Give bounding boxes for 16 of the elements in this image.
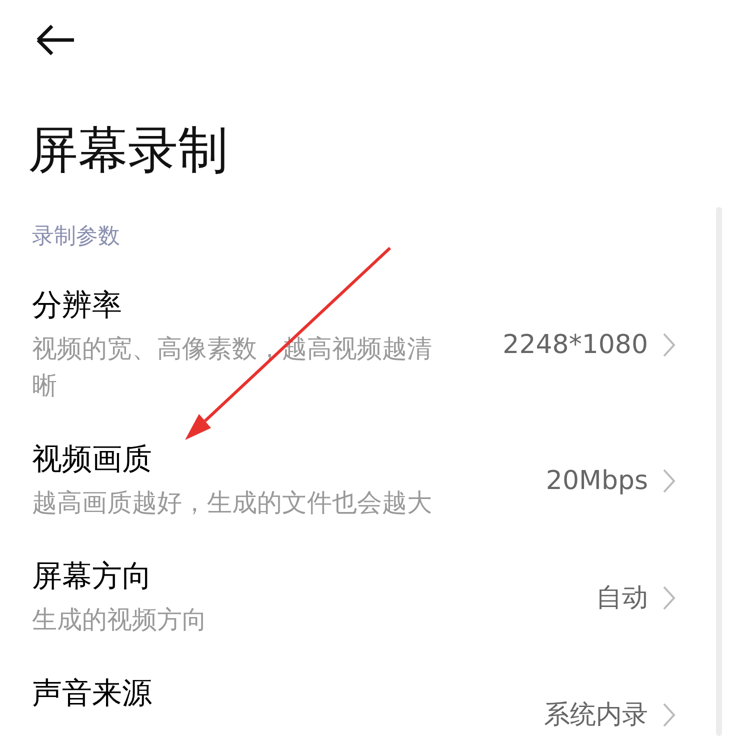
chevron-right-icon: [662, 584, 676, 611]
setting-title[interactable]: 视频画质: [32, 440, 447, 479]
section-label: 录制参数: [32, 224, 121, 250]
setting-value: 20Mbps: [546, 466, 648, 496]
chevron-right-icon: [662, 332, 676, 358]
setting-value: 2248*1080: [502, 330, 648, 360]
setting-title[interactable]: 声音来源: [32, 674, 447, 714]
setting-description: 生成的视频方向: [32, 604, 208, 636]
chevron-right-icon: [662, 702, 676, 728]
setting-value: 自动: [596, 582, 648, 616]
setting-title[interactable]: 屏幕方向: [32, 557, 447, 596]
page-title: 屏幕录制: [28, 120, 229, 180]
setting-title[interactable]: 分辨率: [32, 286, 447, 326]
chevron-right-icon: [662, 468, 676, 494]
setting-description: 越高画质越好，生成的文件也会越大: [32, 486, 433, 519]
setting-value: 系统内录: [544, 699, 648, 732]
